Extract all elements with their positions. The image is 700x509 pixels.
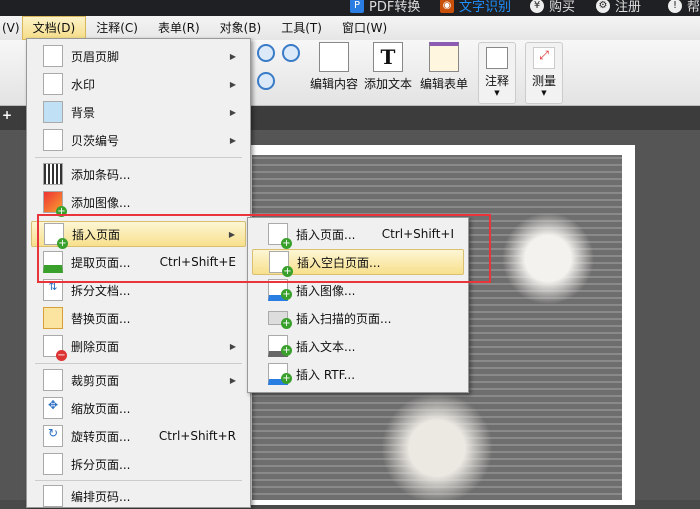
submenu-arrow-icon: ▶: [229, 79, 236, 89]
new-tab-icon[interactable]: +: [2, 108, 12, 122]
menu-item-rotate-pages[interactable]: ↻ 旋转页面... Ctrl+Shift+R: [31, 423, 246, 449]
scanner-icon: [268, 311, 292, 329]
help-icon: !: [668, 0, 682, 13]
submenu-arrow-icon: ▶: [229, 341, 236, 351]
ocr-button[interactable]: ◉ 文字识别: [440, 0, 511, 15]
menu-item-add-image[interactable]: 添加图像...: [31, 189, 246, 217]
register-button[interactable]: ⚙ 注册: [596, 0, 641, 15]
menu-window[interactable]: 窗口(W): [332, 17, 397, 39]
menu-item-bates-numbering[interactable]: 贝茨编号 ▶: [31, 127, 246, 153]
add-image-icon: [43, 191, 67, 217]
chevron-down-icon: ▼: [494, 89, 500, 97]
separator: [35, 363, 242, 364]
pdf-convert-button[interactable]: P PDF转换: [350, 0, 420, 15]
watermark-icon: [43, 73, 63, 95]
menu-item-insert-scanned-page[interactable]: 插入扫描的页面...: [252, 305, 464, 331]
register-icon: ⚙: [596, 0, 610, 13]
zoom-out-icon[interactable]: [282, 44, 300, 62]
crop-icon: [43, 369, 63, 391]
pdf-convert-icon: P: [350, 0, 364, 13]
menu-item-number-pages[interactable]: 编排页码...: [31, 483, 246, 509]
menu-document[interactable]: 文档(D): [21, 16, 87, 40]
header-footer-icon: [43, 45, 63, 67]
separator: [35, 157, 242, 158]
delete-page-icon: [43, 335, 67, 361]
submenu-arrow-icon: ▶: [229, 135, 236, 145]
edit-content-icon: [319, 42, 349, 72]
menu-tools[interactable]: 工具(T): [271, 17, 332, 39]
edit-form-icon: [429, 42, 459, 72]
menu-item-split-pages[interactable]: 拆分页面...: [31, 451, 246, 477]
barcode-icon: [43, 163, 63, 185]
menu-item-header-footer[interactable]: 页眉页脚 ▶: [31, 43, 246, 69]
separator: [35, 480, 242, 481]
menu-item-insert-text[interactable]: 插入文本...: [252, 333, 464, 359]
replace-pages-icon: [43, 307, 63, 329]
menu-item-crop-pages[interactable]: 裁剪页面 ▶: [31, 367, 246, 393]
buy-button[interactable]: ¥ 购买: [530, 0, 575, 15]
title-bar: P PDF转换 ◉ 文字识别 ¥ 购买 ⚙ 注册 ! 帮: [0, 0, 700, 16]
split-page-icon: [43, 453, 63, 475]
menu-item-insert-rtf[interactable]: 插入 RTF...: [252, 361, 464, 387]
bates-number-icon: [43, 129, 63, 151]
zoom-plus-icon[interactable]: [257, 72, 275, 90]
menu-item-background[interactable]: 背景 ▶: [31, 99, 246, 125]
menu-form[interactable]: 表单(R): [148, 17, 210, 39]
annotate-button[interactable]: 注释 ▼: [478, 42, 516, 104]
ocr-eye-icon: ◉: [440, 0, 454, 13]
menu-view[interactable]: (V): [0, 17, 22, 39]
chevron-down-icon: ▼: [541, 89, 547, 97]
measure-icon: ⤢: [533, 47, 555, 69]
menu-item-watermark[interactable]: 水印 ▶: [31, 71, 246, 97]
add-text-icon: T: [373, 42, 403, 72]
menu-bar: (V) 文档(D) 注释(C) 表单(R) 对象(B) 工具(T) 窗口(W): [0, 16, 700, 40]
menu-comment[interactable]: 注释(C): [86, 17, 148, 39]
annotate-icon: [486, 47, 508, 69]
background-icon: [43, 101, 63, 123]
page-number-icon: [43, 485, 63, 507]
scale-icon: ✥: [43, 397, 63, 419]
submenu-arrow-icon: ▶: [229, 107, 236, 117]
menu-item-delete-pages[interactable]: 删除页面▶: [31, 333, 246, 361]
measure-button[interactable]: ⤢ 测量 ▼: [525, 42, 563, 104]
edit-form-button[interactable]: 编辑表单: [420, 42, 468, 92]
submenu-arrow-icon: ▶: [229, 51, 236, 61]
txt-file-icon: [268, 335, 292, 357]
annotation-highlight-box: [37, 214, 491, 283]
submenu-arrow-icon: ▶: [229, 375, 236, 385]
menu-object[interactable]: 对象(B): [210, 17, 272, 39]
zoom-in-icon[interactable]: [257, 44, 275, 62]
help-button[interactable]: ! 帮: [668, 0, 700, 15]
rtf-file-icon: [268, 363, 292, 385]
cart-icon: ¥: [530, 0, 544, 13]
rotate-icon: ↻: [43, 425, 63, 447]
menu-item-add-barcode[interactable]: 添加条码...: [31, 161, 246, 187]
menu-item-replace-pages[interactable]: 替换页面...: [31, 305, 246, 331]
add-text-button[interactable]: T 添加文本: [364, 42, 412, 92]
menu-item-scale-pages[interactable]: ✥ 缩放页面...: [31, 395, 246, 421]
edit-content-button[interactable]: 编辑内容: [310, 42, 358, 92]
